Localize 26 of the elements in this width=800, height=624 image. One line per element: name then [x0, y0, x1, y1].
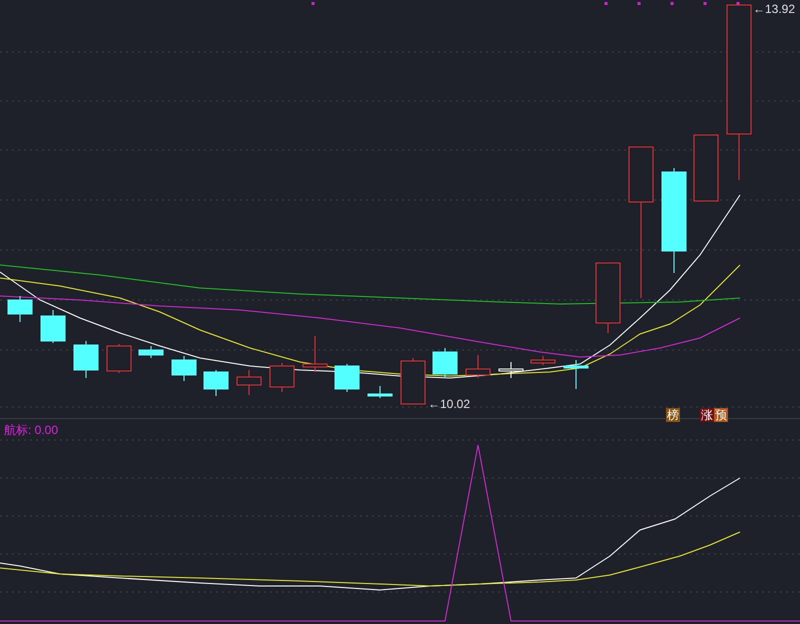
signal-tag: 涨 [700, 408, 714, 422]
candlestick [106, 344, 132, 374]
candlestick [400, 358, 426, 404]
candlestick [432, 348, 458, 378]
candlestick [236, 370, 262, 396]
high-price-label: ←13.92 [753, 3, 796, 15]
signal-tag: 预 [714, 408, 728, 422]
candlestick [302, 336, 328, 372]
indicator-label: 航标: 0.00 [4, 424, 58, 436]
candlestick [530, 356, 556, 366]
candlestick [270, 362, 294, 392]
candlestick [40, 310, 66, 344]
signal-tag: 榜 [666, 408, 680, 422]
candlestick [466, 354, 490, 378]
candlestick [74, 340, 98, 378]
candlestick [596, 262, 620, 334]
candlestick [334, 364, 360, 392]
candlestick [204, 370, 228, 396]
candlestick [498, 362, 524, 378]
candlestick [694, 134, 718, 202]
low-price-label: ←10.02 [428, 398, 470, 410]
candlestick [8, 296, 32, 322]
candlestick [368, 386, 392, 398]
candlestick [172, 356, 196, 382]
candlestick [564, 360, 588, 390]
candlestick [138, 346, 164, 358]
